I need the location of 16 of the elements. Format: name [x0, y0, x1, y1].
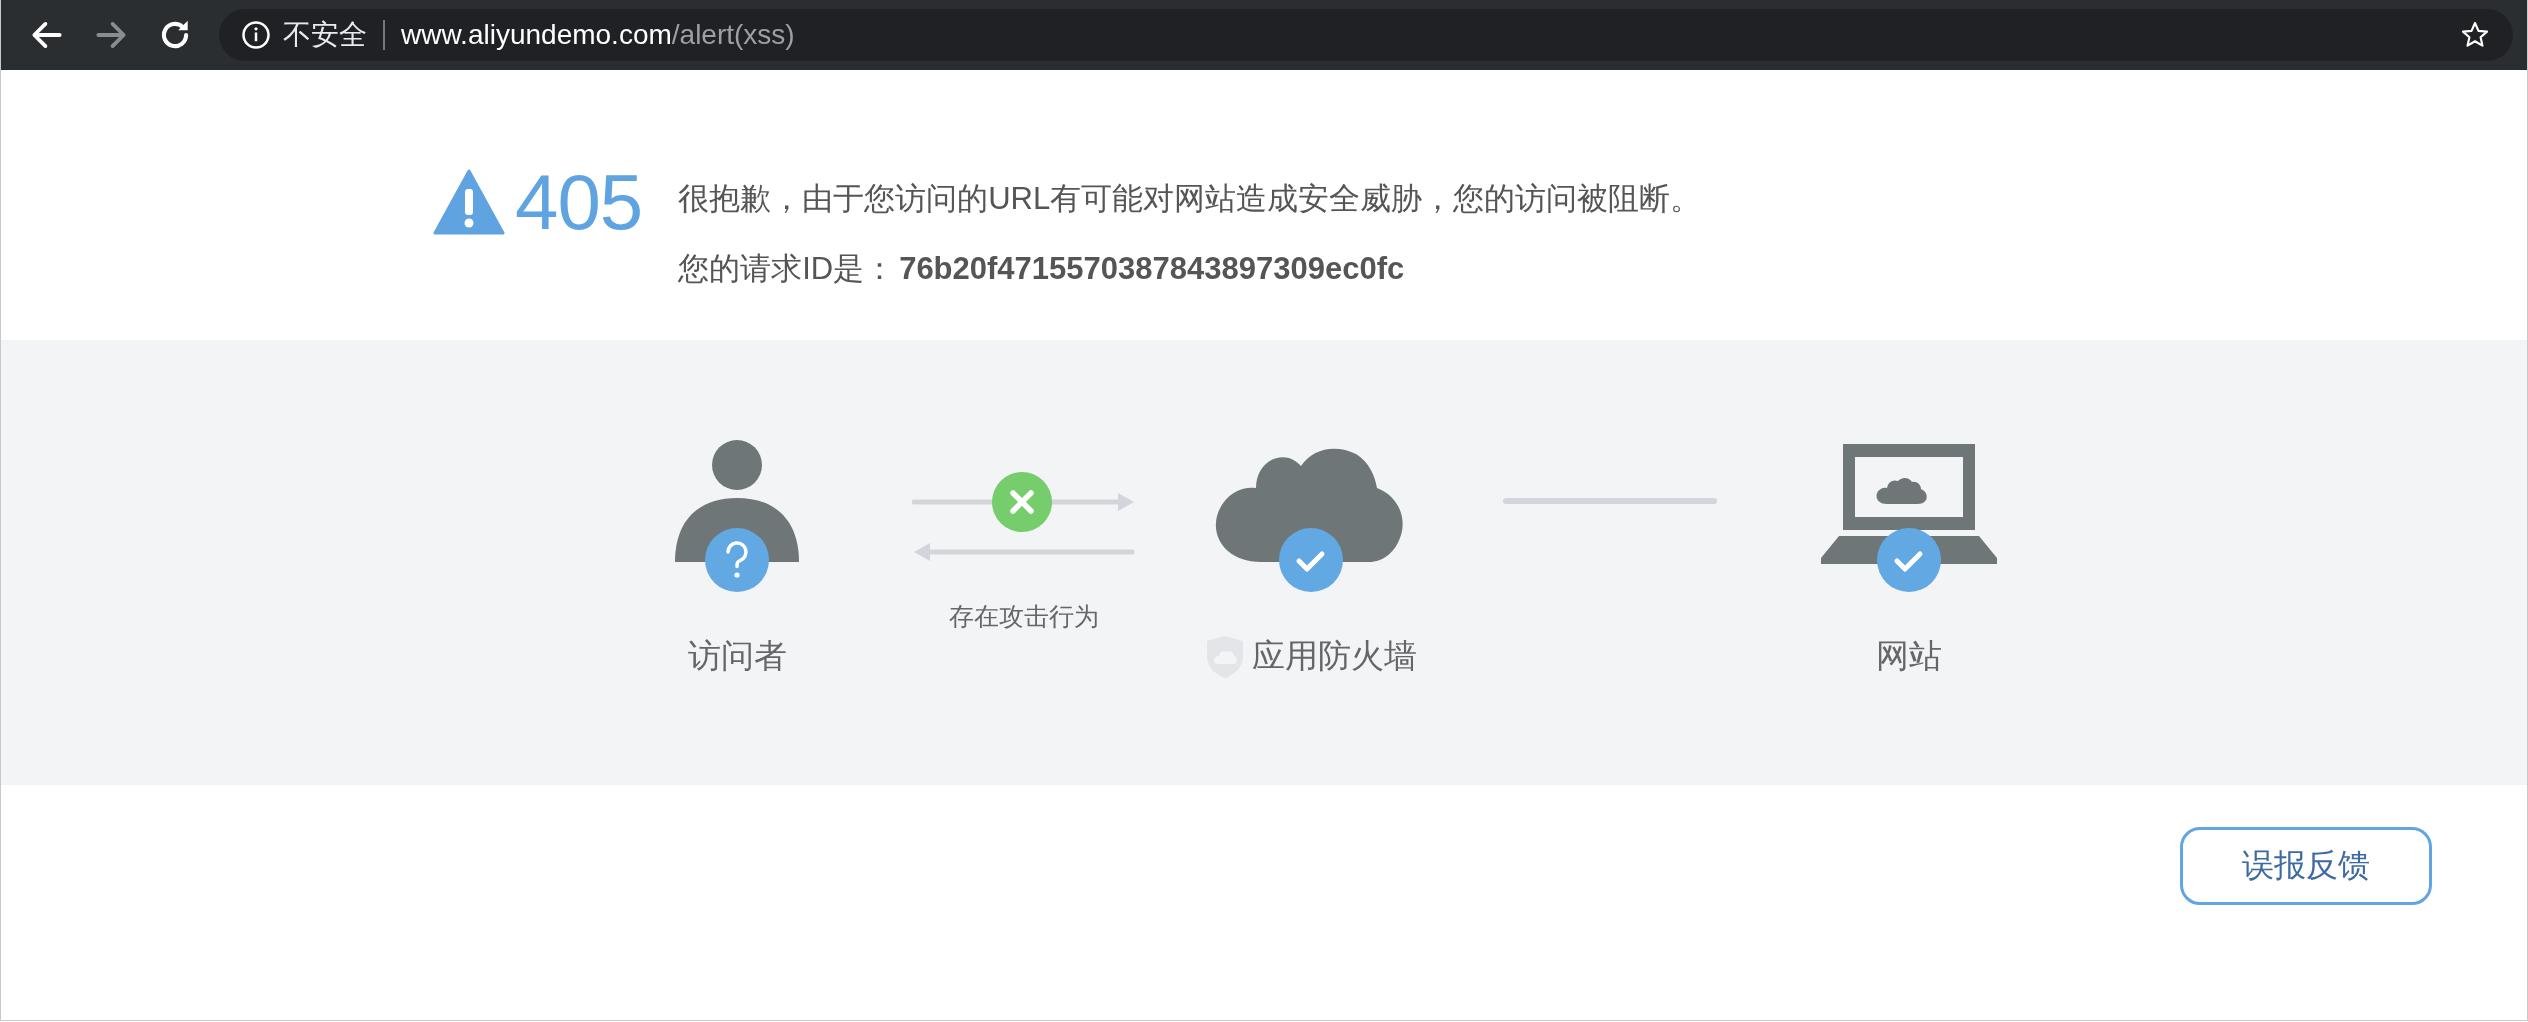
node-label: 网站	[1876, 636, 1942, 676]
url-text: www.aliyundemo.com/alert(xss)	[401, 19, 795, 51]
request-id: 76b20f4715570387843897309ec0fc	[899, 251, 1405, 286]
request-id-label: 您的请求ID是：	[678, 251, 896, 286]
security-label: 不安全	[283, 18, 367, 52]
warning-icon	[433, 169, 505, 235]
connection-label: 存在攻击行为	[949, 601, 1099, 632]
info-icon[interactable]	[241, 20, 271, 50]
error-code: 405	[515, 156, 643, 248]
node-label: 访问者	[687, 636, 787, 676]
address-bar[interactable]: 不安全 www.aliyundemo.com/alert(xss)	[219, 9, 2513, 61]
cloud-icon	[1215, 448, 1403, 562]
blocked-icon	[992, 472, 1052, 532]
feedback-button[interactable]: 误报反馈	[2180, 827, 2432, 905]
error-message: 很抱歉，由于您访问的URL有可能对网站造成安全威胁，您的访问被阻断。	[678, 180, 1702, 218]
node-label: 应用防火墙	[1251, 636, 1417, 676]
